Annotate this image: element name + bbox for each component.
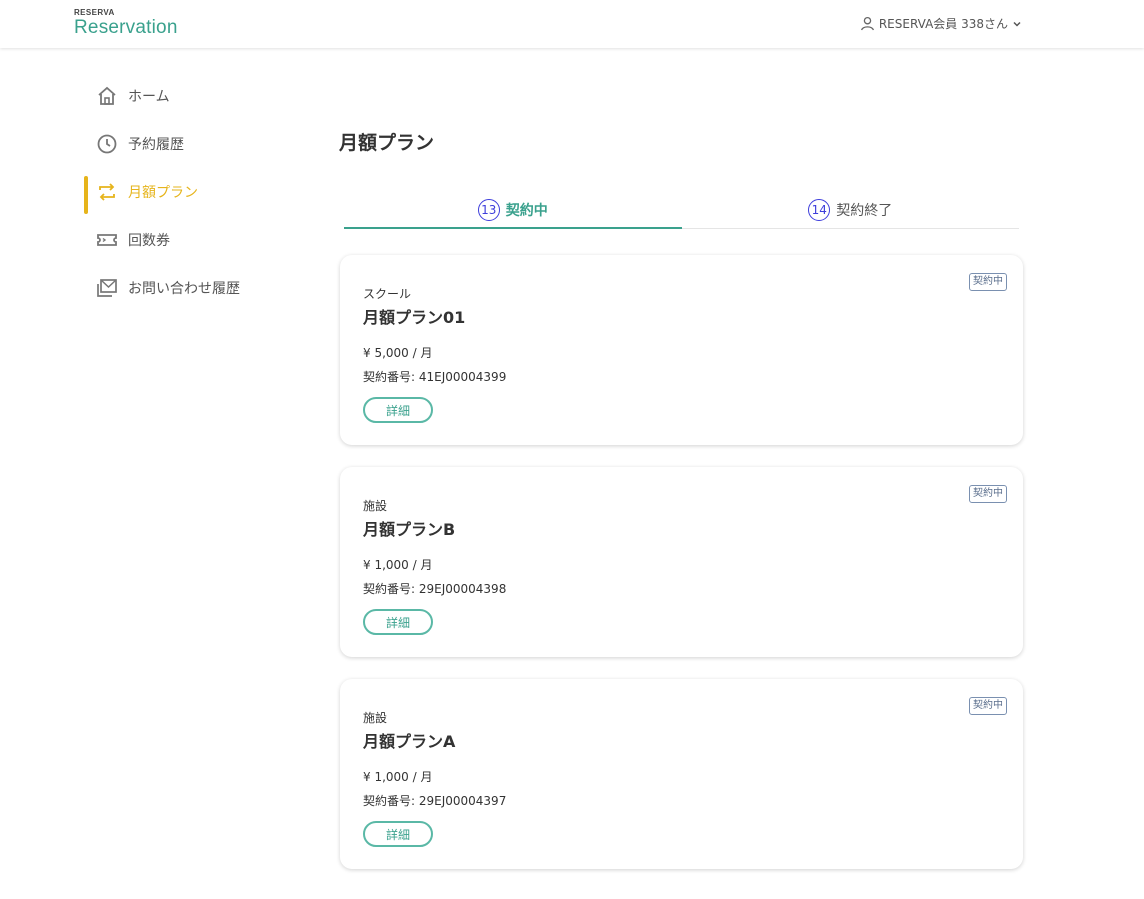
ticket-icon: [96, 229, 118, 251]
sidebar-item-label: 予約履歴: [128, 137, 184, 153]
sidebar-item-label: 月額プラン: [128, 185, 198, 201]
user-icon: [860, 16, 875, 31]
repeat-icon: [96, 181, 118, 203]
plan-price: ¥ 5,000 / 月: [363, 346, 433, 360]
tab-count-badge: 13: [477, 199, 500, 221]
logo[interactable]: RESERVA Reservation: [74, 8, 178, 38]
tab-active-contracts[interactable]: 13 契約中: [344, 192, 682, 229]
detail-button[interactable]: 詳細: [363, 609, 433, 635]
contract-number: 契約番号: 29EJ00004398: [363, 582, 507, 596]
logo-text: Reservation: [74, 17, 178, 38]
user-name: RESERVA会員 338さん: [878, 17, 1008, 31]
sidebar-item-label: 回数券: [128, 233, 170, 249]
plan-price: ¥ 1,000 / 月: [363, 558, 433, 572]
plan-category: 施設: [363, 499, 388, 513]
chevron-down-icon: [1012, 19, 1022, 29]
plan-name: 月額プラン01: [363, 308, 466, 327]
plan-card: 契約中 スクール 月額プラン01 ¥ 5,000 / 月 契約番号: 41EJ0…: [340, 255, 1023, 445]
plan-category: 施設: [363, 711, 388, 725]
status-badge: 契約中: [969, 485, 1007, 503]
plan-price: ¥ 1,000 / 月: [363, 770, 433, 784]
sidebar-item-home[interactable]: ホーム: [84, 72, 304, 120]
plan-category: スクール: [363, 287, 412, 301]
top-header: RESERVA Reservation RESERVA会員 338さん: [0, 0, 1144, 48]
tab-ended-contracts[interactable]: 14 契約終了: [682, 192, 1020, 228]
sidebar-item-monthly-plan[interactable]: 月額プラン: [84, 168, 304, 216]
plan-name: 月額プランA: [363, 732, 456, 751]
contract-tabs: 13 契約中 14 契約終了: [344, 192, 1019, 229]
mail-history-icon: [96, 277, 118, 299]
contract-number: 契約番号: 29EJ00004397: [363, 794, 507, 808]
status-badge: 契約中: [969, 273, 1007, 291]
tab-count-badge: 14: [808, 199, 831, 221]
plan-card: 契約中 施設 月額プランA ¥ 1,000 / 月 契約番号: 29EJ0000…: [340, 679, 1023, 869]
home-icon: [96, 85, 118, 107]
tab-label: 契約終了: [836, 203, 893, 219]
sidebar-nav: ホーム 予約履歴 月額プラン 回数券 お問い合わせ履歴: [84, 72, 304, 312]
page-title: 月額プラン: [339, 132, 435, 154]
sidebar-item-coupon-tickets[interactable]: 回数券: [84, 216, 304, 264]
tab-label: 契約中: [505, 203, 548, 219]
sidebar-item-label: ホーム: [128, 89, 170, 105]
sidebar-item-label: お問い合わせ履歴: [128, 281, 240, 297]
detail-button[interactable]: 詳細: [363, 397, 433, 423]
plan-card: 契約中 施設 月額プランB ¥ 1,000 / 月 契約番号: 29EJ0000…: [340, 467, 1023, 657]
status-badge: 契約中: [969, 697, 1007, 715]
sidebar-item-reservation-history[interactable]: 予約履歴: [84, 120, 304, 168]
clock-icon: [96, 133, 118, 155]
contract-number: 契約番号: 41EJ00004399: [363, 370, 507, 384]
plan-name: 月額プランB: [363, 520, 456, 539]
detail-button[interactable]: 詳細: [363, 821, 433, 847]
sidebar-item-inquiry-history[interactable]: お問い合わせ履歴: [84, 264, 304, 312]
user-menu[interactable]: RESERVA会員 338さん: [860, 15, 1022, 32]
